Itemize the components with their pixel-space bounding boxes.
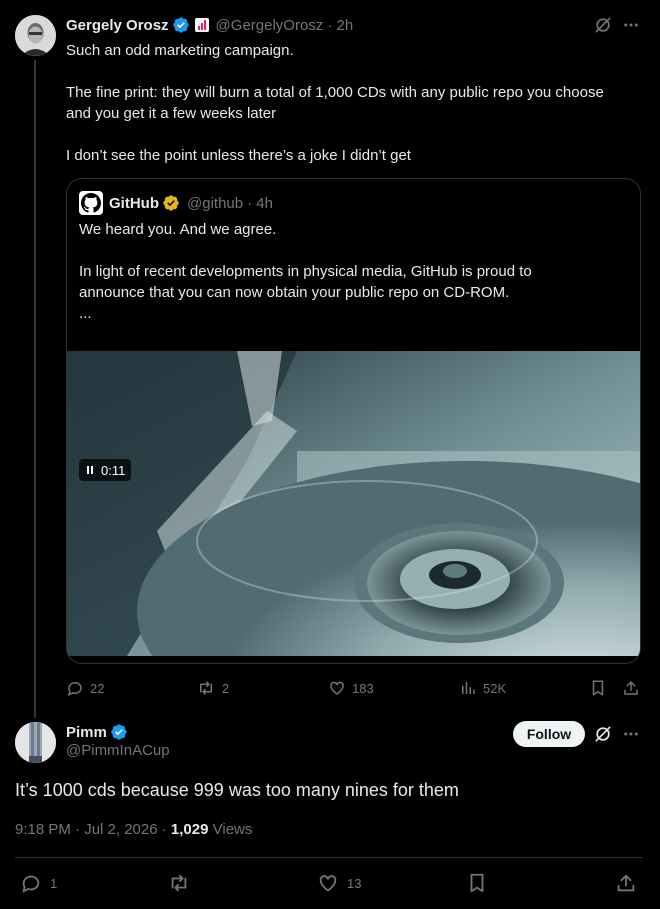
repost-count: 2 xyxy=(222,680,230,696)
quote-time: · 4h xyxy=(247,194,273,212)
more-icon[interactable] xyxy=(620,723,642,745)
quote-line: ... xyxy=(79,305,92,322)
reply-actions: 1 13 xyxy=(15,870,642,896)
bookmark-button[interactable] xyxy=(466,870,488,896)
repost-button[interactable]: 2 xyxy=(196,676,229,700)
views-count: 52K xyxy=(483,680,507,696)
quoted-tweet[interactable]: GitHub @github · 4h We heard you. And we… xyxy=(66,178,641,664)
reply-timestamp[interactable]: 9:18 PM · Jul 2, 2026 · xyxy=(15,821,171,838)
tweet-line: I don’t see the point unless there’s a j… xyxy=(66,147,411,164)
tweet-line: The fine print: they will burn a total o… xyxy=(66,84,604,101)
share-icon xyxy=(622,679,640,697)
verified-badge-icon xyxy=(110,723,128,741)
org-badge-icon[interactable] xyxy=(194,18,209,32)
reply-view-count: 1,029 xyxy=(170,821,209,838)
like-count: 183 xyxy=(352,680,374,696)
grok-icon[interactable] xyxy=(592,723,614,745)
follow-button[interactable]: Follow xyxy=(513,721,585,747)
like-icon xyxy=(317,872,339,894)
repost-icon xyxy=(196,679,216,697)
reply-icon xyxy=(66,679,84,697)
author-handle[interactable]: @GergelyOrosz xyxy=(216,17,324,34)
quote-author-handle[interactable]: @github xyxy=(187,195,243,212)
thread-line xyxy=(34,60,36,718)
video-time: 0:11 xyxy=(101,462,126,478)
share-button[interactable] xyxy=(622,676,640,700)
like-icon xyxy=(328,679,346,697)
tweet-line: and you get it a few weeks later xyxy=(66,105,277,122)
reply-count: 1 xyxy=(50,875,58,891)
reply-button[interactable]: 22 xyxy=(66,676,104,700)
views-icon xyxy=(459,679,477,697)
quote-header: GitHub @github · 4h xyxy=(79,191,273,215)
reply-author-name[interactable]: Pimm xyxy=(66,724,107,741)
more-icon[interactable] xyxy=(620,14,642,36)
video-player[interactable] xyxy=(67,351,640,656)
share-icon xyxy=(615,872,637,894)
verified-badge-icon xyxy=(172,16,190,34)
quote-text: We heard you. And we agree. In light of … xyxy=(79,219,629,324)
repost-button[interactable] xyxy=(167,870,191,896)
bookmark-button[interactable] xyxy=(589,676,607,700)
bookmark-icon xyxy=(589,679,607,697)
tweet-actions: 22 2 183 52K xyxy=(66,676,646,700)
reply-author-avatar[interactable] xyxy=(15,722,56,763)
reply-views-label: Views xyxy=(208,821,253,838)
grok-icon[interactable] xyxy=(592,14,614,36)
quote-line: In light of recent developments in physi… xyxy=(79,263,532,280)
reply-text: It’s 1000 cds because 999 was too many n… xyxy=(15,780,459,800)
reply-author: Pimm xyxy=(66,722,128,742)
author-name[interactable]: Gergely Orosz xyxy=(66,17,169,34)
reply-author-handle[interactable]: @PimmInACup xyxy=(66,742,170,759)
reply-icon xyxy=(20,872,42,894)
tweet-header: Gergely Orosz @GergelyOrosz · 2h xyxy=(66,15,353,35)
reply-count: 22 xyxy=(90,680,105,696)
reply-button[interactable]: 1 xyxy=(20,870,57,896)
views-button[interactable]: 52K xyxy=(459,676,506,700)
tweet-time[interactable]: · 2h xyxy=(327,17,353,34)
bookmark-icon xyxy=(466,872,488,894)
quote-line: announce that you can now obtain your pu… xyxy=(79,284,510,301)
like-button[interactable]: 13 xyxy=(317,870,361,896)
quote-author-name[interactable]: GitHub xyxy=(109,195,159,212)
like-count: 13 xyxy=(347,875,362,891)
github-logo-icon[interactable] xyxy=(79,191,103,215)
tweet-text: Such an odd marketing campaign. The fine… xyxy=(66,40,646,166)
reply-meta: 9:18 PM · Jul 2, 2026 · 1,029 Views xyxy=(15,821,252,838)
share-button[interactable] xyxy=(615,870,637,896)
tweet-line: Such an odd marketing campaign. xyxy=(66,42,294,59)
pause-icon[interactable] xyxy=(87,466,93,474)
verified-badge-icon xyxy=(162,194,180,212)
divider xyxy=(15,857,642,858)
author-avatar[interactable] xyxy=(15,15,56,56)
repost-icon xyxy=(167,872,191,894)
video-time-badge[interactable]: 0:11 xyxy=(79,459,132,481)
like-button[interactable]: 183 xyxy=(328,676,374,700)
quote-line: We heard you. And we agree. xyxy=(79,221,277,238)
